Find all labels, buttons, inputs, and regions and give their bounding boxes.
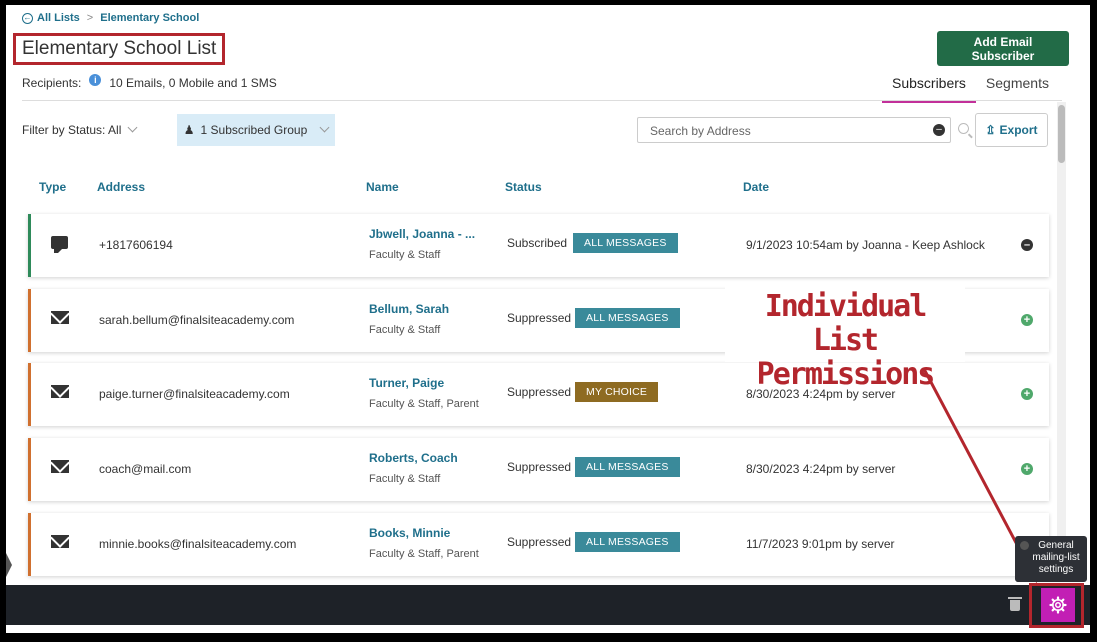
subscriber-roles: Faculty & Staff	[369, 473, 441, 485]
callout-line-1: Individual List	[764, 289, 928, 358]
page-title: Elementary School List	[13, 33, 226, 65]
subscriber-status: Suppressed	[507, 460, 572, 474]
subscriber-roles: Faculty & Staff	[369, 249, 441, 261]
subscriber-address: +1817606194	[99, 238, 173, 252]
recipients-label: Recipients:	[22, 76, 82, 90]
column-header-address: Address	[97, 180, 146, 194]
bottom-toolbar	[6, 585, 1090, 625]
recipients-summary: Recipients: i 10 Emails, 0 Mobile and 1 …	[22, 74, 277, 90]
table-row[interactable]: +1817606194 Jbwell, Joanna - ... Faculty…	[28, 214, 1049, 277]
app-frame: ← All Lists > Elementary School Elementa…	[6, 5, 1090, 633]
subscriber-address: paige.turner@finalsiteacademy.com	[99, 387, 290, 401]
column-header-status: Status	[505, 180, 542, 194]
add-subscriber-icon[interactable]: +	[1021, 463, 1033, 475]
tab-subscribers[interactable]: Subscribers	[882, 75, 976, 103]
subscriber-address: coach@mail.com	[99, 462, 192, 476]
settings-tooltip: General mailing-list settings	[1015, 536, 1087, 582]
chevron-down-icon	[127, 122, 138, 133]
search-box: –	[637, 117, 951, 143]
chevron-down-icon	[319, 122, 330, 132]
callout-line-2: Permissions	[756, 357, 936, 392]
status-filter-label: Filter by Status: All	[22, 123, 122, 137]
scrollbar-track[interactable]	[1057, 102, 1066, 580]
email-icon	[51, 311, 69, 325]
breadcrumb-current[interactable]: Elementary School	[100, 12, 199, 24]
subscriber-roles: Faculty & Staff, Parent	[369, 398, 479, 410]
subscriber-date: 11/7/2023 9:01pm by server	[746, 537, 895, 551]
export-label: Export	[999, 123, 1038, 137]
remove-subscriber-icon[interactable]: –	[1021, 239, 1033, 251]
subscriber-status: Suppressed	[507, 385, 572, 399]
table-row[interactable]: coach@mail.com Roberts, Coach Faculty & …	[28, 438, 1049, 501]
subscriber-name[interactable]: Books, Minnie	[369, 526, 450, 540]
subscriber-status: Suppressed	[507, 311, 572, 325]
breadcrumb-all-lists[interactable]: All Lists	[37, 12, 80, 24]
message-preference-badge: ALL MESSAGES	[575, 308, 680, 328]
subscribed-group-dropdown[interactable]: ♟ 1 Subscribed Group	[177, 114, 335, 146]
add-subscriber-icon[interactable]: +	[1021, 388, 1033, 400]
side-panel-toggle[interactable]	[6, 553, 12, 577]
message-preference-badge: ALL MESSAGES	[575, 457, 680, 477]
add-email-subscriber-button[interactable]: Add Email Subscriber	[937, 31, 1069, 66]
subscriber-name[interactable]: Turner, Paige	[369, 376, 444, 390]
message-preference-badge: ALL MESSAGES	[573, 233, 678, 253]
search-icon[interactable]	[958, 123, 969, 134]
subscriber-address: minnie.books@finalsiteacademy.com	[99, 537, 297, 551]
email-icon	[51, 460, 69, 474]
settings-highlight-box	[1029, 583, 1084, 628]
breadcrumb: ← All Lists > Elementary School	[22, 12, 199, 24]
subscriber-name[interactable]: Roberts, Coach	[369, 451, 458, 465]
tab-bar: Subscribers Segments	[882, 75, 1059, 103]
subscriber-name[interactable]: Jbwell, Joanna - ...	[369, 227, 475, 241]
sms-icon	[51, 236, 69, 253]
column-header-date: Date	[743, 180, 770, 194]
info-icon[interactable]: i	[89, 74, 102, 86]
message-preference-badge: ALL MESSAGES	[575, 532, 680, 552]
email-icon	[51, 535, 69, 549]
status-filter-dropdown[interactable]: Filter by Status: All	[22, 122, 138, 137]
export-button[interactable]: ⇫ Export	[975, 113, 1048, 147]
group-filter-label: 1 Subscribed Group	[200, 123, 308, 137]
subscriber-roles: Faculty & Staff, Parent	[369, 548, 479, 560]
clear-search-icon[interactable]: –	[933, 124, 945, 136]
person-icon: ♟	[183, 123, 195, 137]
recipients-value: 10 Emails, 0 Mobile and 1 SMS	[109, 76, 277, 90]
subscriber-date: 9/1/2023 10:54am by Joanna - Keep Ashloc…	[746, 238, 985, 252]
export-icon: ⇫	[985, 123, 996, 137]
message-preference-badge: MY CHOICE	[575, 382, 659, 402]
email-icon	[51, 385, 69, 399]
subscriber-name[interactable]: Bellum, Sarah	[369, 302, 449, 316]
subscriber-status: Suppressed	[507, 535, 572, 549]
subscriber-address: sarah.bellum@finalsiteacademy.com	[99, 313, 295, 327]
back-arrow-icon[interactable]: ←	[22, 12, 33, 24]
table-row[interactable]: minnie.books@finalsiteacademy.com Books,…	[28, 513, 1049, 576]
annotation-callout: Individual List Permissions	[725, 286, 965, 392]
column-header-type: Type	[39, 180, 67, 194]
scrollbar-thumb[interactable]	[1058, 105, 1065, 163]
tab-segments[interactable]: Segments	[976, 75, 1059, 103]
tooltip-icon	[1020, 541, 1029, 550]
add-subscriber-icon[interactable]: +	[1021, 314, 1033, 326]
subscriber-status: Subscribed	[507, 236, 568, 250]
breadcrumb-separator: >	[86, 12, 94, 24]
search-input[interactable]	[648, 119, 932, 143]
trash-icon[interactable]	[1008, 597, 1022, 611]
column-header-name: Name	[366, 180, 399, 194]
subscriber-date: 8/30/2023 4:24pm by server	[746, 462, 896, 476]
header-divider	[22, 100, 1062, 101]
subscriber-roles: Faculty & Staff	[369, 324, 441, 336]
